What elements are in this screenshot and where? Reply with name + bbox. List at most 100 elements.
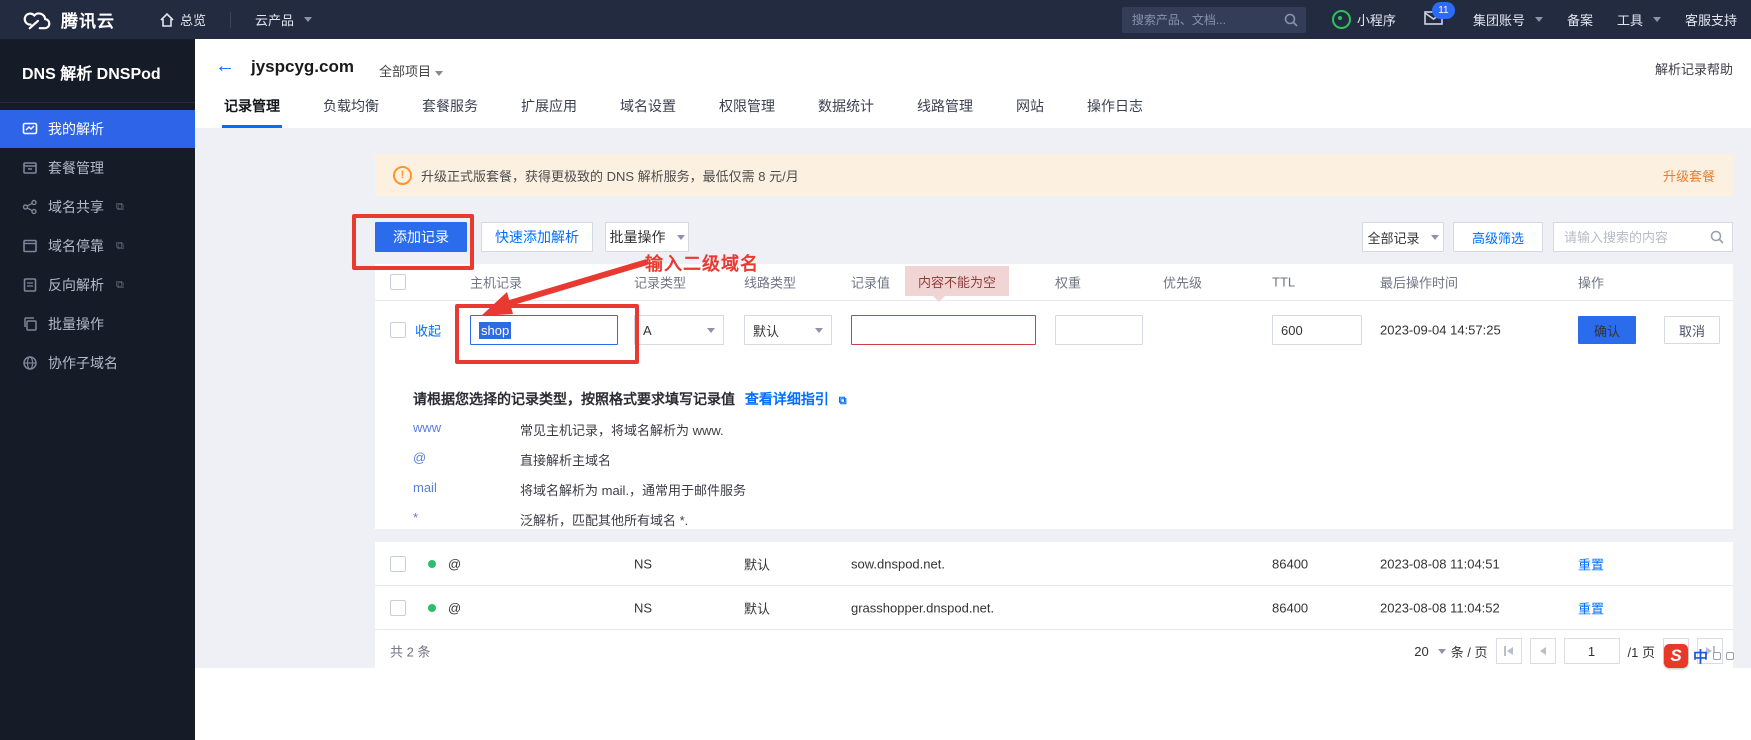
last-modified-time: 2023-09-04 14:57:25	[1380, 323, 1501, 338]
back-button[interactable]: ←	[215, 55, 235, 78]
reset-link[interactable]: 重置	[1578, 554, 1604, 573]
cloud-icon	[22, 10, 52, 30]
sidebar-item-my-dns[interactable]: 我的解析	[0, 110, 195, 148]
line-type-select[interactable]: 默认	[744, 315, 832, 345]
row-checkbox[interactable]	[390, 556, 406, 572]
ime-tool-icon[interactable]	[1726, 652, 1734, 660]
record-value-input[interactable]	[851, 315, 1036, 345]
nav-support[interactable]: 客服支持	[1685, 10, 1737, 29]
external-link-icon: ⧉	[839, 395, 847, 407]
reset-link[interactable]: 重置	[1578, 598, 1604, 617]
search-icon[interactable]	[1284, 13, 1298, 27]
nav-cloud-products[interactable]: 云产品	[255, 10, 312, 29]
tab-domain-settings[interactable]: 域名设置	[618, 96, 678, 128]
nav-overview[interactable]: 总览	[160, 10, 206, 29]
detailed-guide-link[interactable]: 查看详细指引	[745, 391, 829, 407]
status-enabled-icon	[428, 560, 436, 568]
row-checkbox[interactable]	[390, 322, 406, 338]
collapse-link[interactable]: 收起	[415, 321, 441, 340]
divider	[230, 12, 231, 28]
section-divider	[375, 530, 1733, 542]
cancel-button[interactable]: 取消	[1664, 316, 1720, 344]
tab-website[interactable]: 网站	[1014, 96, 1046, 128]
sidebar-item-plan-management[interactable]: 套餐管理	[0, 149, 195, 187]
ime-toolbar: S 中	[1664, 644, 1734, 668]
nav-beian[interactable]: 备案	[1567, 10, 1593, 29]
col-value: 记录值	[851, 273, 890, 292]
tab-load-balancing[interactable]: 负载均衡	[321, 96, 381, 128]
sidebar-item-reverse-dns[interactable]: 反向解析 ⧉	[0, 266, 195, 304]
nav-tools[interactable]: 工具	[1617, 10, 1661, 29]
ttl-input[interactable]: 600	[1272, 315, 1362, 345]
status-enabled-icon	[428, 604, 436, 612]
record-filter-select[interactable]: 全部记录	[1362, 222, 1444, 252]
ime-tool-icon[interactable]	[1713, 652, 1721, 660]
line-value: 默认	[744, 554, 770, 573]
record-search-input[interactable]	[1562, 229, 1704, 246]
tab-permission-management[interactable]: 权限管理	[717, 96, 777, 128]
total-count: 共 2 条	[390, 642, 430, 661]
record-value: grasshopper.dnspod.net.	[851, 600, 994, 615]
tab-plan-service[interactable]: 套餐服务	[420, 96, 480, 128]
col-weight: 权重	[1055, 273, 1081, 292]
tab-line-management[interactable]: 线路管理	[915, 96, 975, 128]
help-term: @	[413, 450, 426, 465]
ttl-value: 86400	[1272, 556, 1308, 571]
tab-data-statistics[interactable]: 数据统计	[816, 96, 876, 128]
global-search-input[interactable]	[1130, 12, 1278, 28]
confirm-button[interactable]: 确认	[1578, 316, 1636, 344]
row-checkbox[interactable]	[390, 600, 406, 616]
weight-input[interactable]	[1055, 315, 1143, 345]
top-navbar: 腾讯云 总览 云产品 小程序 11 集团账号 备案 工具 客服支持	[0, 0, 1751, 39]
miniprogram-icon	[1332, 10, 1351, 29]
help-desc: 泛解析，匹配其他所有域名 *.	[520, 510, 688, 529]
record-search[interactable]	[1553, 222, 1733, 252]
ime-language-toggle[interactable]: 中	[1693, 646, 1708, 667]
brand-name: 腾讯云	[61, 7, 115, 32]
type-value: NS	[634, 600, 652, 615]
annotation-arrow	[455, 248, 665, 326]
sidebar-item-domain-parking[interactable]: 域名停靠 ⧉	[0, 227, 195, 265]
package-icon	[22, 160, 38, 176]
nav-group-account[interactable]: 集团账号	[1473, 10, 1543, 29]
nav-miniprogram[interactable]: 小程序	[1332, 10, 1396, 29]
tab-operation-log[interactable]: 操作日志	[1085, 96, 1145, 128]
search-icon[interactable]	[1710, 230, 1724, 244]
upgrade-plan-link[interactable]: 升级套餐	[1663, 166, 1715, 185]
sidebar-item-domain-sharing[interactable]: 域名共享 ⧉	[0, 188, 195, 226]
page-total: /1 页	[1628, 642, 1655, 661]
tab-record-management[interactable]: 记录管理	[222, 96, 282, 128]
prev-page-button[interactable]	[1530, 638, 1556, 664]
record-help-link[interactable]: 解析记录帮助	[1655, 59, 1733, 78]
help-term: www	[413, 420, 441, 435]
advanced-filter-button[interactable]: 高级筛选	[1453, 222, 1543, 252]
global-search[interactable]	[1122, 7, 1306, 33]
project-selector[interactable]: 全部项目	[379, 61, 443, 80]
help-row-at: @ 直接解析主域名	[413, 450, 1733, 469]
page-number-input[interactable]	[1564, 638, 1620, 664]
select-all-checkbox[interactable]	[390, 274, 406, 290]
tencent-cloud-logo[interactable]: 腾讯云	[22, 7, 115, 32]
help-row-mail: mail 将域名解析为 mail.，通常用于邮件服务	[413, 480, 1733, 499]
host-value: @	[448, 556, 461, 571]
external-link-icon: ⧉	[116, 279, 124, 292]
message-count-badge: 11	[1432, 2, 1455, 19]
sidebar-item-batch-operation[interactable]: 批量操作	[0, 305, 195, 343]
tab-bar: 记录管理 负载均衡 套餐服务 扩展应用 域名设置 权限管理 数据统计 线路管理 …	[222, 96, 1145, 128]
globe-icon	[22, 355, 38, 371]
sogou-icon[interactable]: S	[1664, 644, 1688, 668]
external-link-icon: ⧉	[116, 201, 124, 214]
tab-extensions[interactable]: 扩展应用	[519, 96, 579, 128]
line-value: 默认	[744, 598, 770, 617]
help-term: mail	[413, 480, 437, 495]
sidebar-item-collaborative-subdomain[interactable]: 协作子域名	[0, 344, 195, 382]
first-page-button[interactable]	[1496, 638, 1522, 664]
time-value: 2023-08-08 11:04:51	[1380, 556, 1500, 571]
nav-messages[interactable]: 11	[1424, 11, 1443, 28]
page-size-select[interactable]: 20 条 / 页	[1414, 642, 1487, 661]
main-content: ! 升级正式版套餐，获得更极致的 DNS 解析服务，最低仅需 8 元/月 升级套…	[195, 128, 1751, 668]
document-icon	[22, 277, 38, 293]
home-icon	[160, 13, 174, 27]
external-link-icon: ⧉	[116, 240, 124, 253]
table-row: @ NS 默认 sow.dnspod.net. 86400 2023-08-08…	[375, 542, 1733, 586]
